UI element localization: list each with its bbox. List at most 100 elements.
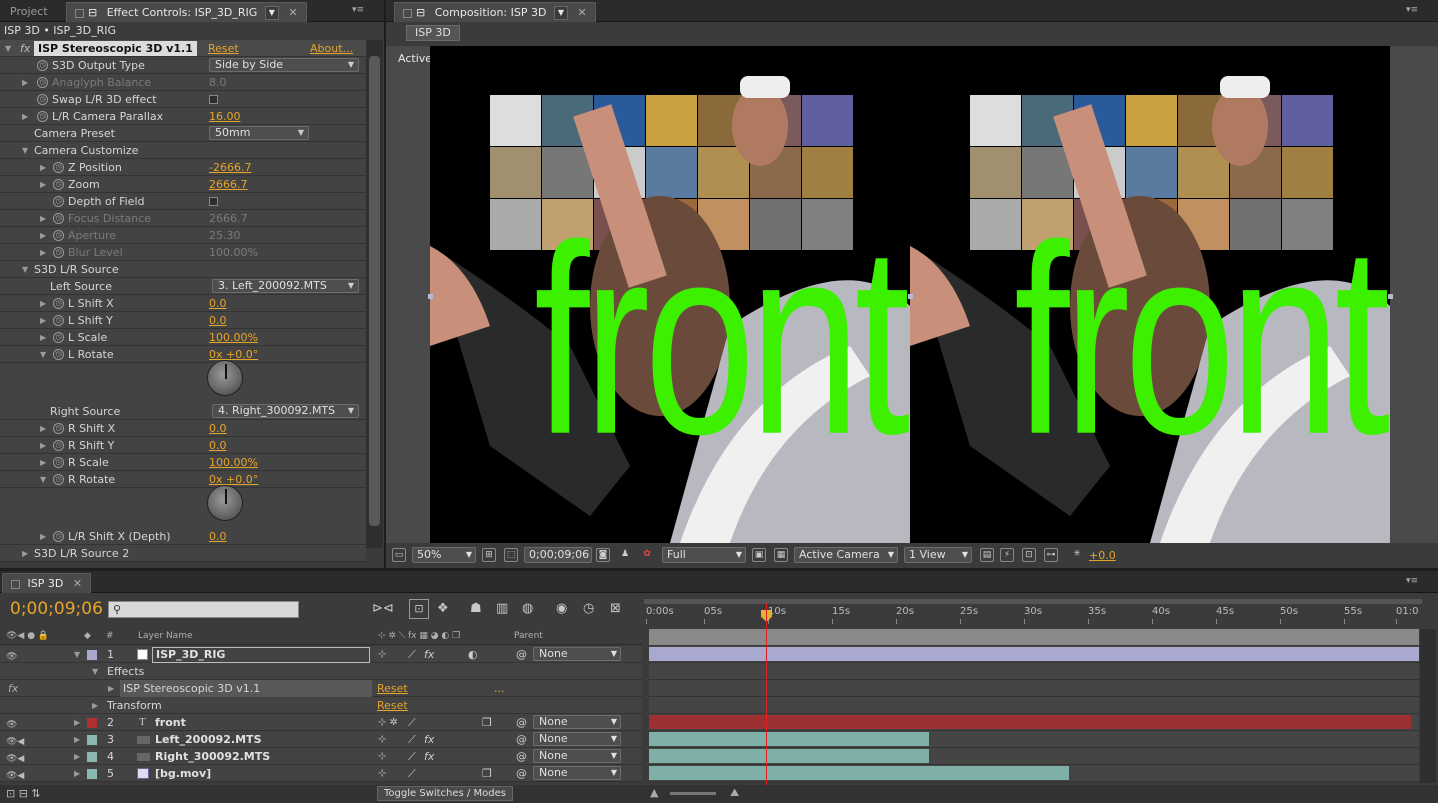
resolution-dropdown[interactable]: Full ▼ — [662, 547, 746, 563]
current-time-display[interactable]: 0;00;09;06 — [10, 599, 103, 619]
shy-switch-icon[interactable]: ⊹ — [378, 731, 386, 748]
expand-triangle-icon[interactable]: ▶ — [22, 108, 32, 125]
brainstorm-icon[interactable]: ◉ — [556, 601, 567, 616]
s3d-output-type-dropdown[interactable]: Side by Side ▼ — [209, 58, 359, 72]
magnification-dropdown[interactable]: 50% ▼ — [412, 547, 476, 563]
right-source-dropdown[interactable]: 4. Right_300092.MTS ▼ — [212, 404, 359, 418]
stopwatch-icon[interactable]: ◷ — [53, 440, 64, 451]
l-rotate-dial[interactable] — [207, 360, 243, 396]
collapse-triangle-icon[interactable]: ▼ — [40, 346, 50, 363]
stopwatch-icon[interactable]: ◷ — [53, 179, 64, 190]
adjustment-layer-icon[interactable]: ◐ — [468, 646, 478, 663]
prop-value[interactable]: 0x +0.0° — [209, 471, 258, 488]
fx-switch-icon[interactable]: fx — [424, 646, 434, 663]
stopwatch-icon[interactable]: ◷ — [37, 60, 48, 71]
layer-row-effect-isp[interactable]: fx ▶ ISP Stereoscopic 3D v1.1 Reset ... — [0, 680, 642, 697]
label-color-swatch[interactable] — [87, 650, 97, 660]
expand-triangle-icon[interactable]: ▶ — [40, 329, 50, 346]
effect-about-link[interactable]: About... — [310, 40, 353, 57]
effect-more-link[interactable]: ... — [494, 680, 505, 697]
fx-icon[interactable]: fx — [20, 40, 30, 57]
fx-switch-icon[interactable]: fx — [424, 748, 434, 765]
motion-blur-icon[interactable]: ◍ — [522, 601, 533, 616]
pickwhip-icon[interactable]: @ — [516, 748, 527, 765]
prop-value[interactable]: 0.0 — [209, 420, 227, 437]
expand-triangle-icon[interactable]: ▶ — [40, 528, 50, 545]
close-icon[interactable]: ✕ — [73, 577, 82, 590]
prop-value[interactable]: 100.00% — [209, 329, 258, 346]
label-color-swatch[interactable] — [87, 735, 97, 745]
collapse-triangle-icon[interactable]: ▼ — [74, 646, 80, 663]
safe-zones-icon[interactable]: ⊞ — [482, 548, 496, 562]
layer-row-effects[interactable]: ▼ Effects — [0, 663, 642, 680]
parent-dropdown[interactable]: None ▼ — [533, 647, 621, 661]
always-preview-icon[interactable]: ▭ — [392, 548, 406, 562]
scrollbar-thumb[interactable] — [369, 56, 380, 526]
effect-name[interactable]: ISP Stereoscopic 3D v1.1 — [120, 680, 372, 697]
label-color-swatch[interactable] — [87, 718, 97, 728]
layer-bar[interactable] — [649, 732, 929, 746]
stopwatch-icon[interactable]: ◷ — [53, 230, 64, 241]
layer-bar[interactable] — [649, 766, 1069, 780]
expand-triangle-icon[interactable]: ▶ — [40, 244, 50, 261]
snapshot-icon[interactable]: ◙ — [596, 548, 610, 562]
layer-name[interactable]: Right_300092.MTS — [155, 748, 270, 765]
layer-bar[interactable] — [649, 749, 929, 763]
layer-row-1[interactable]: 👁 ▼ 1 ISP_3D_RIG ⊹ ⟋ fx ◐ @ None ▼ — [0, 646, 642, 663]
stopwatch-auto-keyframe-icon[interactable]: ◷ — [583, 601, 594, 616]
collapse-triangle-icon[interactable]: ▼ — [5, 40, 15, 57]
shy-switch-icon[interactable]: ⊹ — [378, 765, 386, 782]
effect-header-row[interactable]: ▼ fx ISP Stereoscopic 3D v1.1 Reset Abou… — [0, 40, 366, 57]
layer-name[interactable]: Left_200092.MTS — [155, 731, 262, 748]
layer-row-2[interactable]: 👁 ▶ 2 T front ⊹ ✲ ⟋ ❒ @ None ▼ — [0, 714, 642, 731]
layer-handle[interactable] — [908, 294, 913, 299]
stopwatch-icon[interactable]: ◷ — [53, 196, 64, 207]
eye-audio-icon[interactable]: 👁◀ — [6, 768, 24, 785]
work-area-range[interactable] — [649, 629, 1419, 645]
stopwatch-icon[interactable]: ◷ — [37, 94, 48, 105]
expand-triangle-icon[interactable]: ▶ — [40, 420, 50, 437]
chevron-down-icon[interactable]: ▼ — [264, 6, 279, 20]
stopwatch-icon[interactable]: ◷ — [53, 298, 64, 309]
current-time-indicator[interactable] — [766, 603, 767, 800]
pickwhip-icon[interactable]: @ — [516, 731, 527, 748]
group-s3d-lr-source-2[interactable]: ▶ S3D L/R Source 2 — [0, 545, 366, 562]
transform-reset-link[interactable]: Reset — [377, 697, 408, 714]
pickwhip-icon[interactable]: @ — [516, 765, 527, 782]
prop-value[interactable]: 0.0 — [209, 295, 227, 312]
stopwatch-icon[interactable]: ◷ — [37, 77, 48, 88]
panel-menu-icon[interactable]: ▾≡ — [1404, 576, 1420, 586]
prop-value[interactable]: 0.0 — [209, 528, 227, 545]
toggle-pixel-aspect-icon[interactable]: ▤ — [980, 548, 994, 562]
expand-triangle-icon[interactable]: ▶ — [108, 680, 114, 697]
panel-menu-icon[interactable]: ▾≡ — [350, 5, 366, 15]
flowchart-icon[interactable]: ⊶ — [1044, 548, 1058, 562]
layer-bar[interactable] — [649, 647, 1419, 661]
collapse-triangle-icon[interactable]: ▼ — [22, 142, 32, 159]
layer-name-column-header[interactable]: Layer Name — [138, 629, 193, 644]
timeline-icon[interactable]: ⊡ — [1022, 548, 1036, 562]
quality-switch-icon[interactable]: ⟋ — [408, 748, 416, 765]
work-area-bar[interactable] — [644, 599, 1422, 604]
shy-switch-icon[interactable]: ⊹ — [378, 646, 386, 663]
layer-name[interactable]: ISP_3D_RIG — [152, 647, 370, 663]
show-snapshot-icon[interactable]: ♟ — [618, 548, 632, 562]
fx-switch-icon[interactable]: fx — [424, 731, 434, 748]
quality-switch-icon[interactable]: ⟋ — [408, 765, 416, 782]
exposure-icon[interactable]: ✳ — [1070, 548, 1084, 562]
left-source-dropdown[interactable]: 3. Left_200092.MTS ▼ — [212, 279, 359, 293]
prop-value[interactable]: 0x +0.0° — [209, 346, 258, 363]
transparency-grid-icon[interactable]: ▦ — [774, 548, 788, 562]
effect-reset-link[interactable]: Reset — [208, 40, 239, 57]
expand-triangle-icon[interactable]: ▶ — [40, 227, 50, 244]
collapse-triangle-icon[interactable]: ▼ — [40, 471, 50, 488]
exposure-value[interactable]: +0.0 — [1089, 549, 1116, 562]
zoom-slider[interactable] — [670, 792, 716, 795]
prop-value[interactable]: 0.0 — [209, 312, 227, 329]
view-layout-dropdown[interactable]: 1 View ▼ — [904, 547, 972, 563]
layer-handle[interactable] — [1388, 294, 1393, 299]
prop-value[interactable]: 100.00% — [209, 454, 258, 471]
lock-icon[interactable]: ⊟ — [88, 6, 97, 19]
expand-triangle-icon[interactable]: ▶ — [40, 210, 50, 227]
time-ruler[interactable]: 0:00s 05s 10s 15s 20s 25s 30s 35s 40s 45… — [644, 599, 1422, 625]
